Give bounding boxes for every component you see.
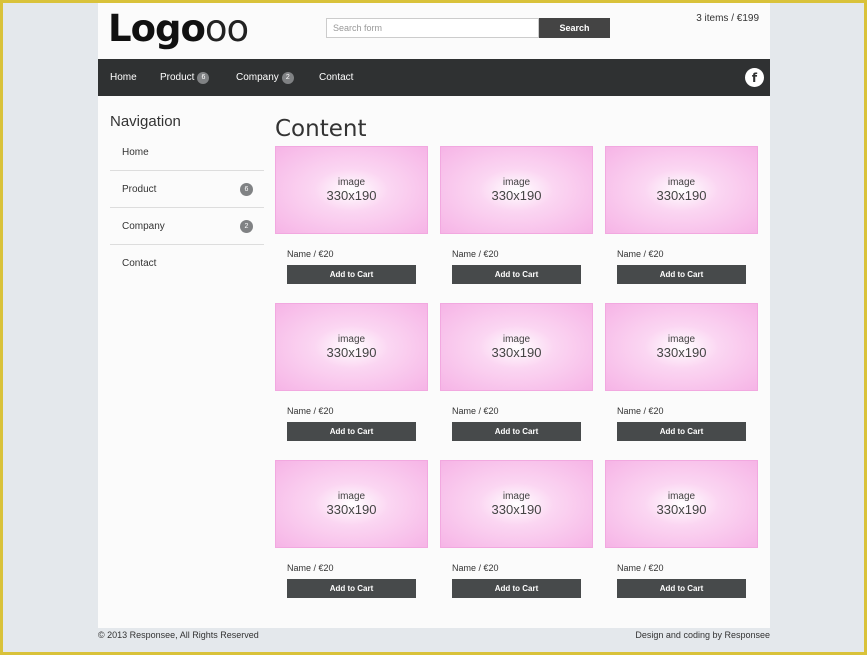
facebook-icon[interactable]: f <box>745 68 764 87</box>
product-name: Name / €20 <box>287 563 334 573</box>
image-size-label: 330x190 <box>326 502 377 517</box>
nav-item-label: Contact <box>319 72 354 83</box>
image-size-label: 330x190 <box>491 502 542 517</box>
sidebar-badge: 2 <box>240 220 253 233</box>
nav-item-label: Product <box>160 72 195 83</box>
add-to-cart-button[interactable]: Add to Cart <box>452 265 581 284</box>
nav-item-label: Home <box>110 72 137 83</box>
sidebar-item-label: Product <box>122 183 157 195</box>
nav-item-contact[interactable]: Contact <box>319 59 353 96</box>
product-card: image 330x190 Name / €20 Add to Cart <box>275 146 428 293</box>
add-to-cart-button[interactable]: Add to Cart <box>452 579 581 598</box>
product-image-placeholder[interactable]: image 330x190 <box>275 146 428 234</box>
product-image-placeholder[interactable]: image 330x190 <box>440 460 593 548</box>
product-image-placeholder[interactable]: image 330x190 <box>605 303 758 391</box>
product-image-placeholder[interactable]: image 330x190 <box>440 146 593 234</box>
product-name: Name / €20 <box>452 406 499 416</box>
product-card: image 330x190 Name / €20 Add to Cart <box>605 146 758 293</box>
logo[interactable]: Logooo <box>108 7 249 50</box>
product-name: Name / €20 <box>617 406 664 416</box>
add-to-cart-button[interactable]: Add to Cart <box>617 265 746 284</box>
product-name: Name / €20 <box>287 249 334 259</box>
content-title: Content <box>275 116 367 142</box>
product-image-placeholder[interactable]: image 330x190 <box>275 460 428 548</box>
add-to-cart-button[interactable]: Add to Cart <box>617 579 746 598</box>
product-name: Name / €20 <box>617 563 664 573</box>
product-card: image 330x190 Name / €20 Add to Cart <box>605 460 758 607</box>
search-button[interactable]: Search <box>539 18 610 38</box>
image-size-label: 330x190 <box>326 188 377 203</box>
product-card: image 330x190 Name / €20 Add to Cart <box>275 303 428 450</box>
image-size-label: 330x190 <box>656 345 707 360</box>
image-label: image <box>502 491 531 502</box>
image-label: image <box>337 491 366 502</box>
sidebar-item-label: Home <box>122 146 149 158</box>
image-label: image <box>337 334 366 345</box>
product-card: image 330x190 Name / €20 Add to Cart <box>605 303 758 450</box>
product-card: image 330x190 Name / €20 Add to Cart <box>440 303 593 450</box>
image-size-label: 330x190 <box>491 345 542 360</box>
product-image-placeholder[interactable]: image 330x190 <box>440 303 593 391</box>
nav-item-product[interactable]: Product 6 <box>160 59 210 96</box>
product-image-placeholder[interactable]: image 330x190 <box>605 146 758 234</box>
image-label: image <box>667 177 696 188</box>
sidebar-badge: 6 <box>240 183 253 196</box>
nav-item-company[interactable]: Company 2 <box>236 59 294 96</box>
add-to-cart-button[interactable]: Add to Cart <box>617 422 746 441</box>
sidebar-item-company[interactable]: Company 2 <box>110 208 264 245</box>
sidebar-item-label: Company <box>122 220 165 232</box>
product-name: Name / €20 <box>452 563 499 573</box>
product-name: Name / €20 <box>287 406 334 416</box>
image-label: image <box>667 491 696 502</box>
image-label: image <box>502 177 531 188</box>
image-label: image <box>502 334 531 345</box>
logo-thin-text: oo <box>204 7 249 50</box>
product-name: Name / €20 <box>617 249 664 259</box>
product-card: image 330x190 Name / €20 Add to Cart <box>440 146 593 293</box>
product-image-placeholder[interactable]: image 330x190 <box>605 460 758 548</box>
logo-bold-text: Logo <box>108 7 206 50</box>
footer-credit[interactable]: Design and coding by Responsee <box>635 630 770 640</box>
nav-item-label: Company <box>236 72 279 83</box>
image-label: image <box>667 334 696 345</box>
page-container: Logooo Search 3 items / €199 Home Produc… <box>98 3 770 628</box>
product-card: image 330x190 Name / €20 Add to Cart <box>440 460 593 607</box>
cart-summary[interactable]: 3 items / €199 <box>696 13 759 24</box>
product-card: image 330x190 Name / €20 Add to Cart <box>275 460 428 607</box>
image-size-label: 330x190 <box>656 188 707 203</box>
sidebar-item-contact[interactable]: Contact <box>110 245 264 282</box>
product-name: Name / €20 <box>452 249 499 259</box>
image-size-label: 330x190 <box>326 345 377 360</box>
sidebar-item-home[interactable]: Home <box>110 134 264 171</box>
sidebar-title: Navigation <box>110 113 181 130</box>
add-to-cart-button[interactable]: Add to Cart <box>287 422 416 441</box>
nav-badge: 6 <box>197 71 210 84</box>
image-label: image <box>337 177 366 188</box>
add-to-cart-button[interactable]: Add to Cart <box>287 265 416 284</box>
sidebar-item-product[interactable]: Product 6 <box>110 171 264 208</box>
nav-item-home[interactable]: Home <box>110 59 137 96</box>
search-input[interactable] <box>326 18 539 38</box>
nav-badge: 2 <box>281 71 294 84</box>
add-to-cart-button[interactable]: Add to Cart <box>287 579 416 598</box>
footer-copyright: © 2013 Responsee, All Rights Reserved <box>98 630 259 640</box>
main-navbar: Home Product 6 Company 2 Contact f <box>98 59 770 96</box>
image-size-label: 330x190 <box>491 188 542 203</box>
sidebar-item-label: Contact <box>122 258 157 269</box>
image-size-label: 330x190 <box>656 502 707 517</box>
add-to-cart-button[interactable]: Add to Cart <box>452 422 581 441</box>
product-image-placeholder[interactable]: image 330x190 <box>275 303 428 391</box>
